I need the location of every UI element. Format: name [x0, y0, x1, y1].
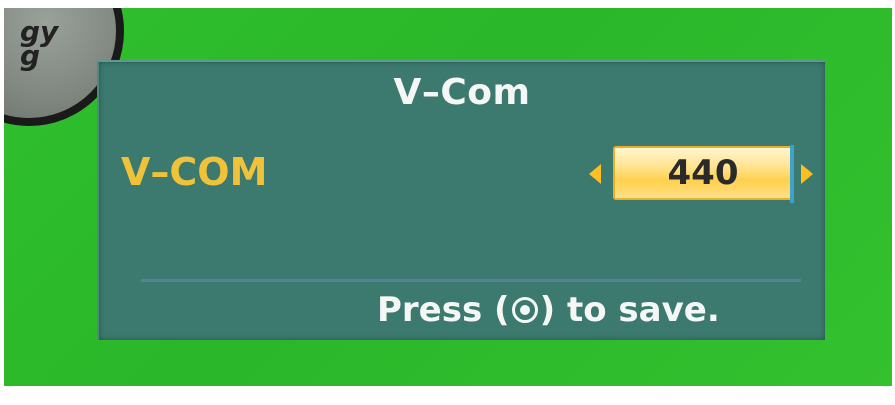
divider	[141, 279, 801, 282]
vcom-value: 440	[667, 153, 739, 193]
arrow-left-icon[interactable]	[589, 164, 601, 184]
selection-edge	[790, 145, 794, 203]
save-hint-prefix: Press (	[377, 290, 510, 330]
save-hint-suffix: ) to save.	[539, 290, 720, 330]
vcom-osd-dialog: V–Com V–COM 440 Press ( ) to save.	[97, 60, 825, 340]
dialog-title: V–Com	[393, 72, 531, 113]
ok-button-icon	[511, 297, 538, 323]
vcom-setting-label: V–COM	[121, 150, 268, 194]
arrow-right-icon[interactable]	[801, 164, 813, 184]
vcom-value-selector[interactable]: 440	[613, 145, 794, 203]
tv-screen: gy g V–Com V–COM 440 Press ( ) to save.	[4, 8, 892, 386]
logo-text: gy g	[20, 15, 59, 72]
save-hint: Press ( ) to save.	[377, 290, 720, 330]
